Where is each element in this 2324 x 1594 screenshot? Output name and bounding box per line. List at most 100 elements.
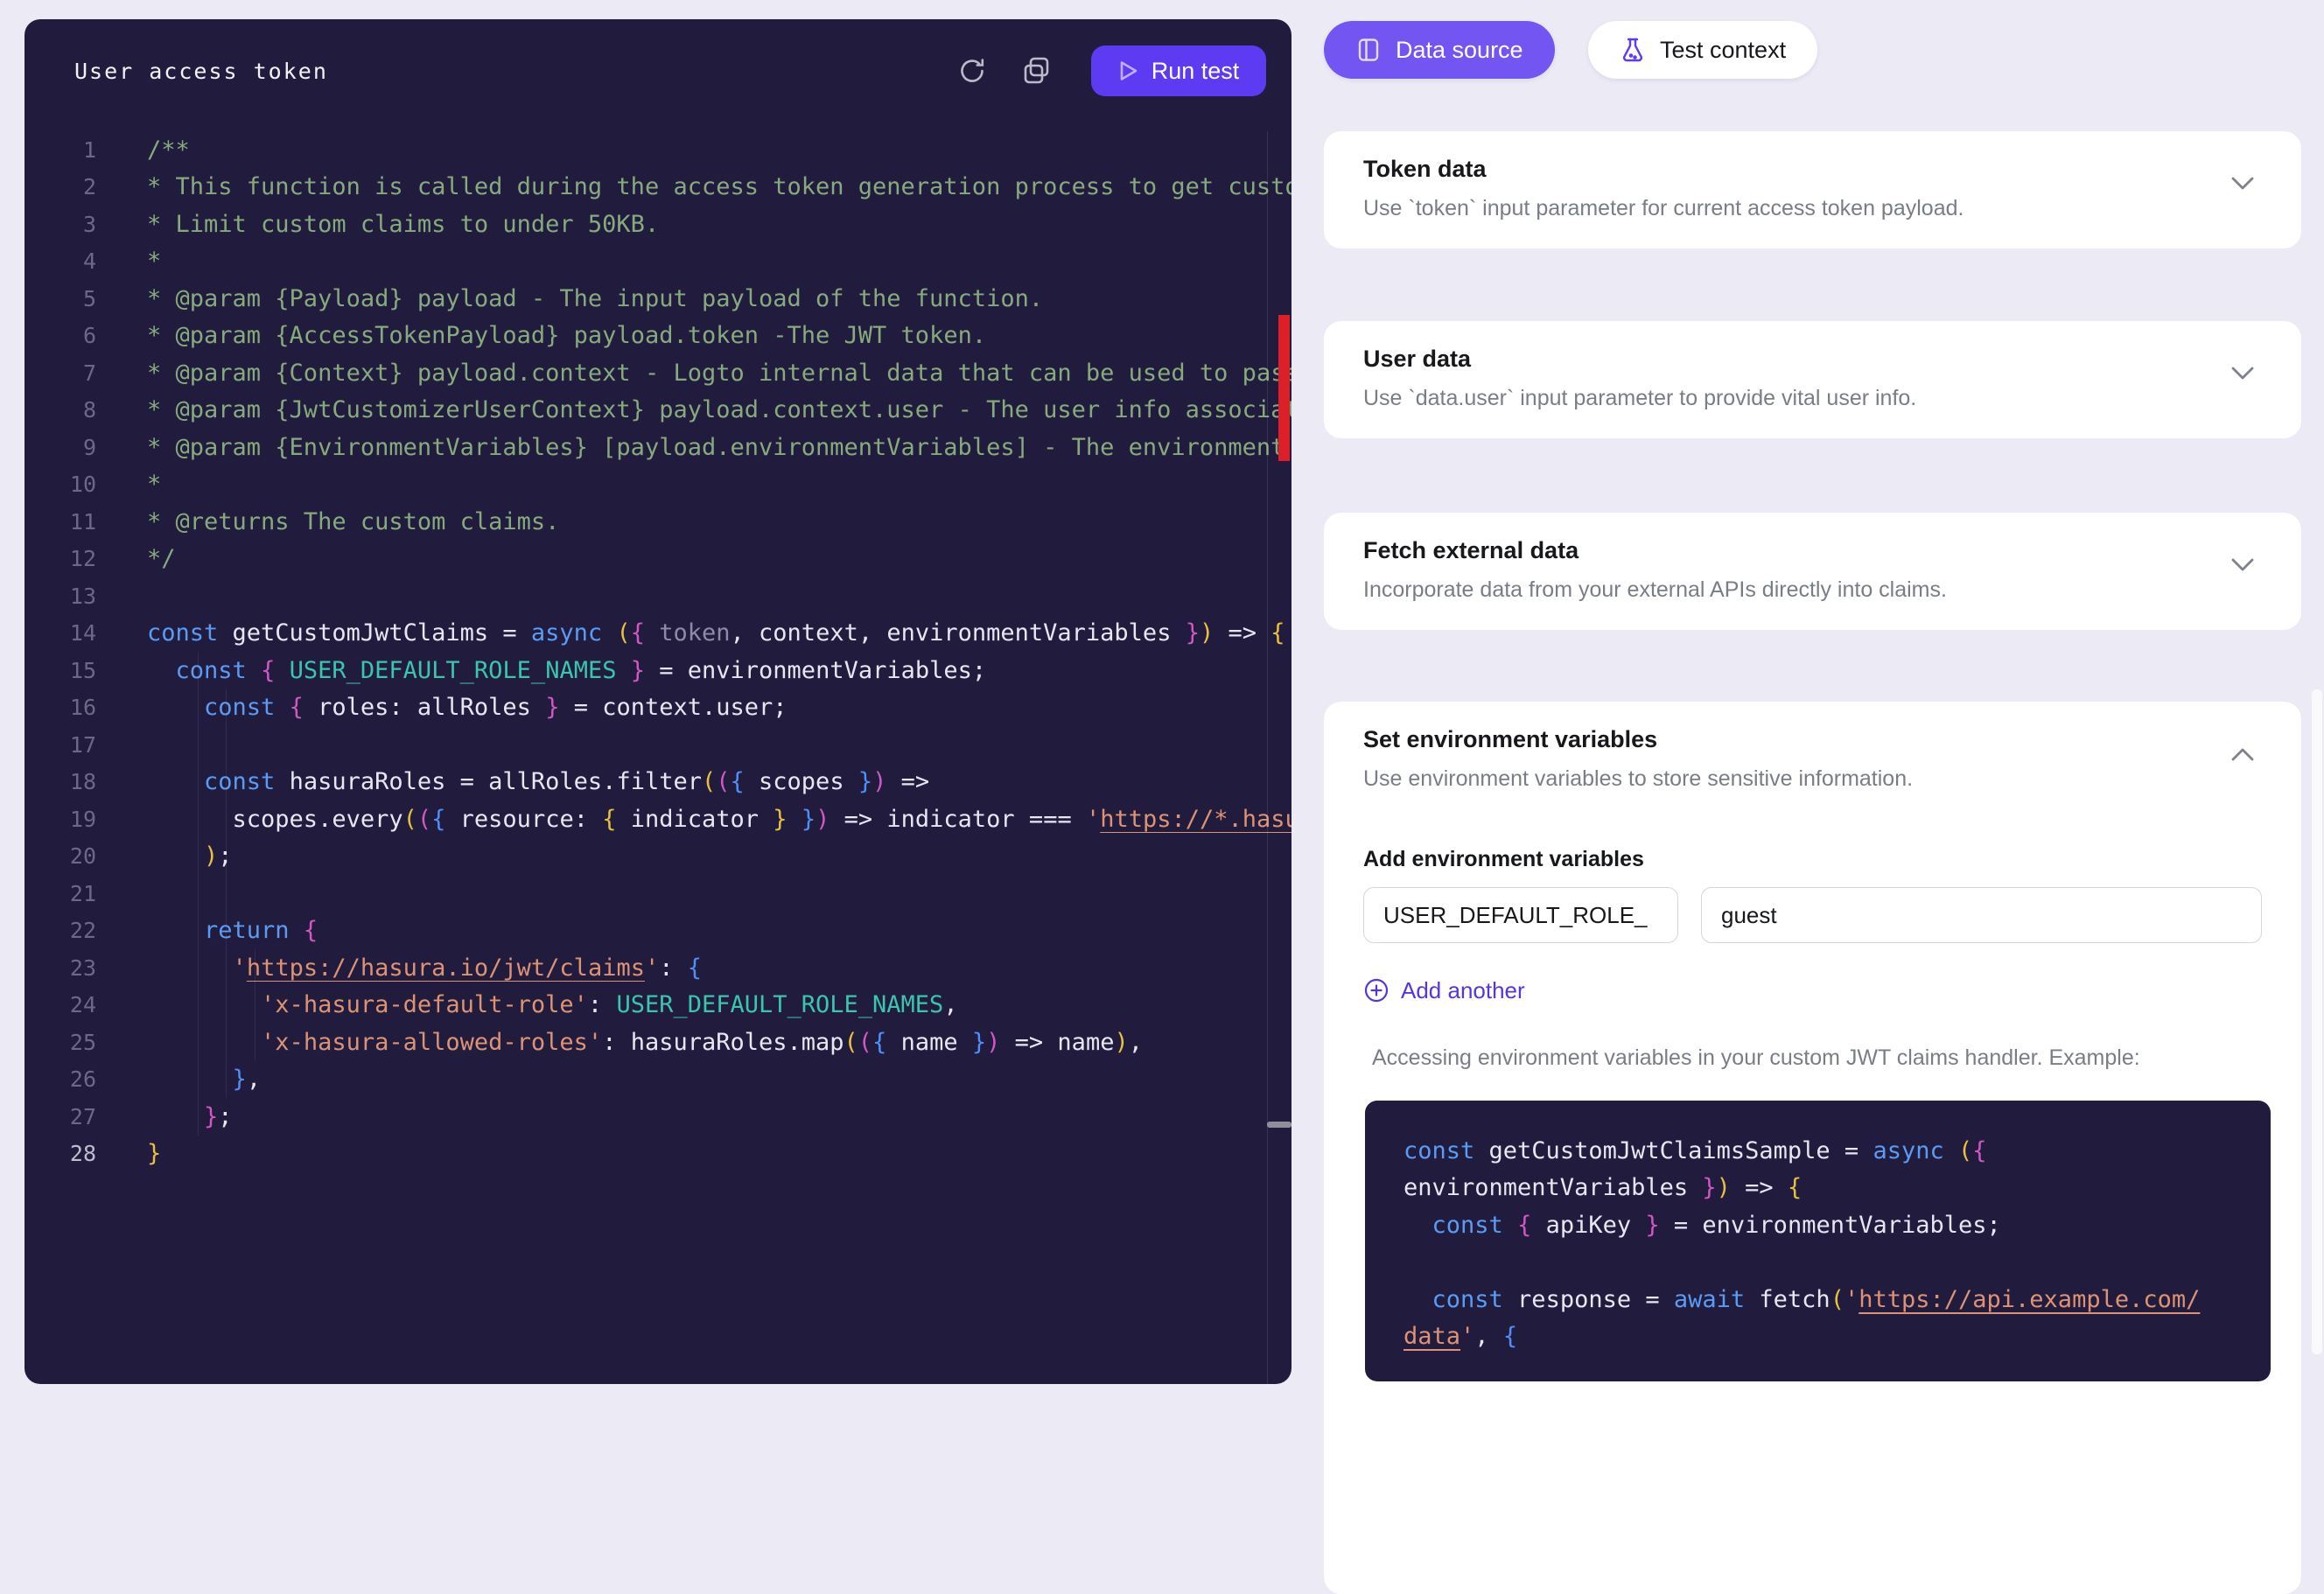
tab-test-context-label: Test context <box>1660 37 1786 64</box>
tab-data-source[interactable]: Data source <box>1324 21 1555 79</box>
sample-code-lines: const getCustomJwtClaimsSample = async (… <box>1404 1132 2244 1355</box>
code-token <box>147 694 204 721</box>
code-token: , <box>1474 1323 1503 1350</box>
code-token: } <box>233 1066 247 1093</box>
code-token <box>247 657 261 684</box>
code-token: getCustomJwtClaims = <box>218 619 531 647</box>
line-number: 7 <box>24 360 96 386</box>
code-line-text: * @param {Context} payload.context - Log… <box>147 360 1292 387</box>
code-lines: 1/**2* This function is called during th… <box>24 131 1292 1172</box>
code-token: ' <box>1460 1323 1474 1350</box>
card-set-environment-variables: Set environment variables Use environmen… <box>1324 702 2301 1594</box>
code-token: USER_DEFAULT_ROLE_NAMES <box>290 657 617 684</box>
code-token: * This function is called during the acc… <box>147 173 1292 200</box>
card-token-data[interactable]: Token data Use `token` input parameter f… <box>1324 131 2301 248</box>
code-token: indicator <box>616 806 773 833</box>
code-token <box>147 768 204 795</box>
vertical-scrollbar-thumb[interactable] <box>2312 689 2322 1354</box>
code-token: -The JWT token. <box>759 322 986 349</box>
code-line-text: * @param {Payload} payload - The input p… <box>147 285 1292 312</box>
code-token <box>147 1029 261 1056</box>
code-line: 21 <box>24 875 1292 912</box>
env-example-caption: Accessing environment variables in your … <box>1372 1045 2262 1071</box>
code-token: [payload.environmentVariables] <box>602 434 1029 461</box>
editor-header: User access token Run test <box>24 19 1292 122</box>
code-line-text: 'x-hasura-default-role': USER_DEFAULT_RO… <box>147 991 1292 1018</box>
code-line: 12*/ <box>24 541 1292 578</box>
code-line-text: } <box>147 1140 1292 1167</box>
card-user-data[interactable]: User data Use `data.user` input paramete… <box>1324 321 2301 438</box>
code-token: - Logto internal data that can be used t… <box>631 360 1292 387</box>
code-token: { <box>290 694 304 721</box>
chevron-down-icon[interactable] <box>2230 175 2256 192</box>
code-line-text: * @param {AccessTokenPayload} payload.to… <box>147 322 1292 349</box>
code-line: 11 * @returns The custom claims. <box>24 503 1292 541</box>
code-token <box>147 991 261 1018</box>
reset-code-button[interactable] <box>956 55 988 87</box>
code-token: 'x-hasura-default-role' <box>261 991 588 1018</box>
horizontal-scrollbar-thumb[interactable] <box>1267 1122 1292 1128</box>
run-test-button[interactable]: Run test <box>1091 45 1266 96</box>
code-token: 'x-hasura-allowed-roles' <box>261 1029 602 1056</box>
code-token: async <box>1872 1137 1943 1164</box>
code-line-text: }; <box>147 1103 1292 1130</box>
card-token-data-desc: Use `token` input parameter for current … <box>1363 195 2262 222</box>
code-token: ( <box>616 619 630 647</box>
code-token: const <box>1432 1212 1503 1239</box>
code-token: { <box>1270 619 1284 647</box>
code-token: } <box>1186 619 1200 647</box>
add-another-button[interactable]: Add another <box>1363 976 1525 1004</box>
code-token: data <box>1404 1323 1460 1350</box>
code-line-text: scopes.every(({ resource: { indicator } … <box>147 806 1292 833</box>
code-token: const <box>1404 1137 1474 1164</box>
code-editor[interactable]: 1/**2* This function is called during th… <box>24 131 1292 1384</box>
code-token: { <box>631 619 645 647</box>
code-token: * @returns The custom claims. <box>147 508 559 535</box>
code-line: 2* This function is called during the ac… <box>24 169 1292 206</box>
code-token: { <box>431 806 445 833</box>
copy-code-button[interactable] <box>1021 55 1053 87</box>
code-token: ) <box>1200 619 1214 647</box>
code-line-text: /** <box>147 136 1292 164</box>
line-number: 15 <box>24 658 96 683</box>
flask-icon <box>1620 37 1646 63</box>
line-number: 28 <box>24 1141 96 1166</box>
code-token: const <box>204 694 275 721</box>
env-key-input[interactable] <box>1363 887 1678 943</box>
line-number: 10 <box>24 472 96 497</box>
code-token <box>147 1103 204 1130</box>
chevron-down-icon[interactable] <box>2230 556 2256 574</box>
code-token: return <box>204 917 290 944</box>
line-number: 9 <box>24 435 96 460</box>
line-number: 6 <box>24 323 96 348</box>
code-line: 24 'x-hasura-default-role': USER_DEFAULT… <box>24 987 1292 1024</box>
code-token: } <box>773 806 787 833</box>
code-token <box>616 657 630 684</box>
indent-guide <box>226 689 227 1098</box>
code-token: const <box>176 657 247 684</box>
sample-code-line: const { apiKey } = environmentVariables; <box>1404 1206 2244 1244</box>
tab-test-context[interactable]: Test context <box>1588 21 1817 79</box>
code-token: = context.user; <box>559 694 787 721</box>
line-number: 11 <box>24 509 96 535</box>
env-value-input[interactable] <box>1701 887 2262 943</box>
code-token: ) <box>872 768 886 795</box>
code-line-text: const { roles: allRoles } = context.user… <box>147 694 1292 721</box>
code-token: ) <box>816 806 830 833</box>
code-token: => <box>1731 1174 1788 1201</box>
line-number: 25 <box>24 1030 96 1055</box>
card-fetch-external-data[interactable]: Fetch external data Incorporate data fro… <box>1324 513 2301 630</box>
card-user-data-desc: Use `data.user` input parameter to provi… <box>1363 385 2262 412</box>
code-token: ) <box>1114 1029 1128 1056</box>
code-line: 1/** <box>24 131 1292 169</box>
code-token: * @param {JwtCustomizerUserContext} <box>147 396 659 423</box>
code-token: } <box>204 1103 218 1130</box>
code-token <box>147 657 176 684</box>
chevron-up-icon[interactable] <box>2230 745 2256 763</box>
code-line: 27 }; <box>24 1098 1292 1136</box>
indent-guide <box>198 652 199 1136</box>
code-token: } <box>1645 1212 1659 1239</box>
code-token <box>290 917 304 944</box>
code-line-text: * @param {EnvironmentVariables} [payload… <box>147 434 1292 461</box>
chevron-down-icon[interactable] <box>2230 365 2256 382</box>
